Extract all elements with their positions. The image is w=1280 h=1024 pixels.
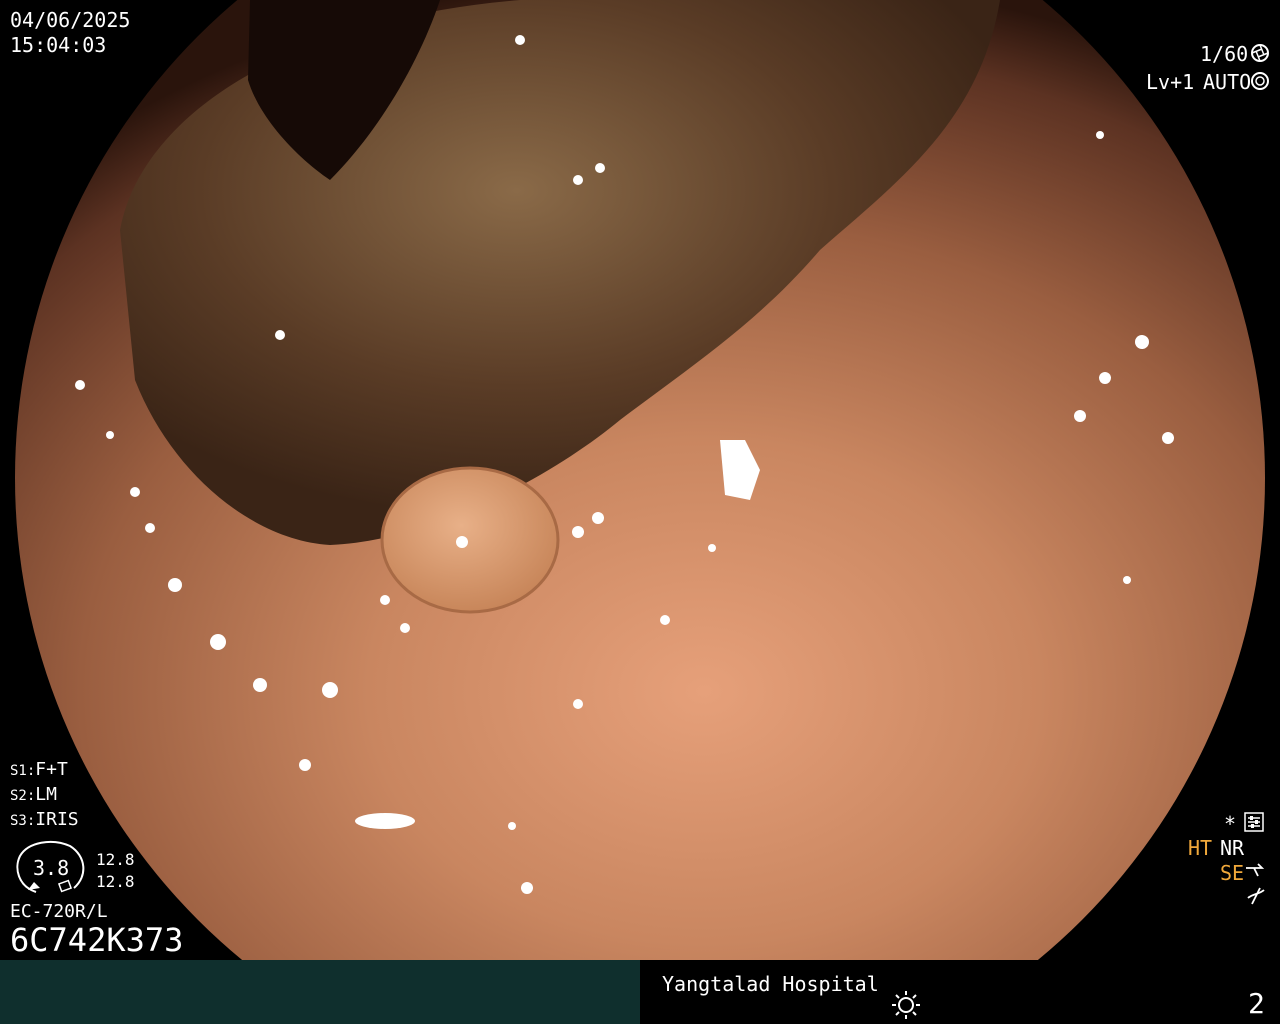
aperture-icon [1250, 43, 1270, 67]
light-level: Lv+1 [1146, 70, 1195, 94]
pump-icon [1244, 862, 1266, 886]
endoscope-image [0, 0, 1280, 960]
nr-label: NR [1220, 836, 1245, 860]
footer-left-panel [0, 960, 640, 1024]
dial-value: 3.8 [33, 856, 70, 880]
hospital-name: Yangtalad Hospital [662, 972, 879, 996]
ht-label: HT [1188, 836, 1213, 860]
settings-icon [1244, 812, 1264, 836]
freeze-icon [1246, 886, 1266, 910]
date-label: 04/06/2025 [10, 8, 131, 32]
s2-setting: S2:LM [10, 784, 57, 805]
brightness-icon [890, 990, 922, 1024]
shutter-speed: 1/60 [1200, 42, 1249, 66]
footer-bar: Yangtalad Hospital 2 [0, 960, 1280, 1024]
iris-icon [1250, 71, 1270, 95]
se-label: SE [1220, 861, 1245, 885]
star-marker: * [1224, 812, 1237, 836]
page-number: 2 [1248, 987, 1265, 1020]
insertion-dial: 3.8 [12, 838, 90, 896]
readout-top: 12.8 [96, 850, 135, 869]
time-label: 15:04:03 [10, 33, 107, 57]
s3-setting: S3:IRIS [10, 809, 79, 830]
exposure-mode: AUTO [1203, 70, 1252, 94]
footer-right-panel: Yangtalad Hospital 2 [640, 960, 1280, 1024]
s1-setting: S1:F+T [10, 759, 68, 780]
scope-serial: 6C742K373 [10, 921, 184, 959]
readout-bottom: 12.8 [96, 872, 135, 891]
